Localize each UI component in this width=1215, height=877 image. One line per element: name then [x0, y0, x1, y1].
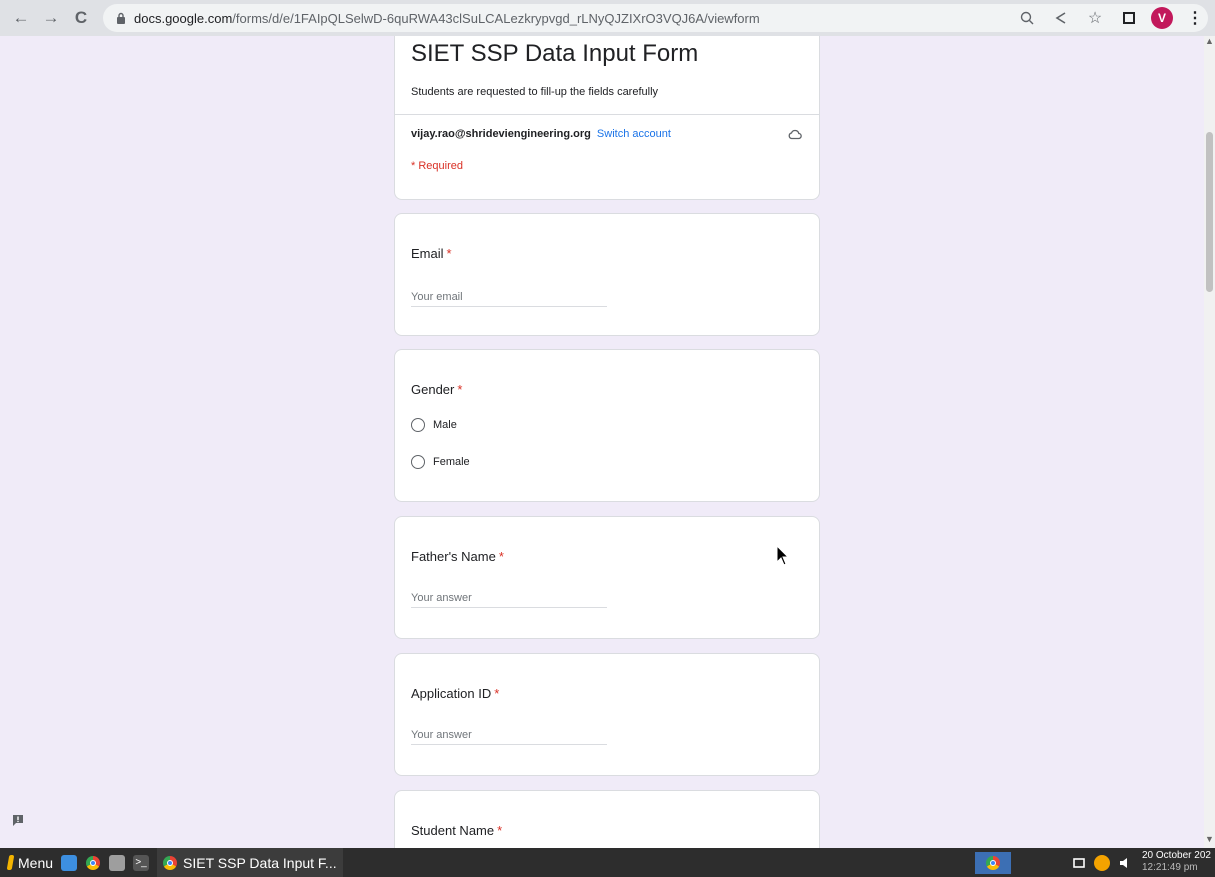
more-menu-icon[interactable]: ⋮: [1183, 6, 1207, 30]
form-title: SIET SSP Data Input Form: [411, 40, 699, 67]
scroll-thumb[interactable]: [1206, 132, 1213, 292]
back-icon[interactable]: ←: [8, 5, 34, 31]
question-father-name-card: Father's Name *: [394, 516, 820, 639]
chrome-launcher-icon[interactable]: [85, 855, 101, 871]
toolbar-actions: ☆ V ⋮: [1015, 4, 1207, 32]
reload-icon[interactable]: C: [68, 5, 94, 31]
browser-toolbar: ← → C docs.google.com/forms/d/e/1FAIpQLS…: [0, 0, 1215, 36]
radio-label: Female: [433, 456, 470, 468]
radio-button[interactable]: [411, 455, 425, 469]
clock-time: 12:21:49 pm: [1142, 862, 1198, 873]
gender-option-male[interactable]: Male: [411, 418, 457, 432]
switch-account-link[interactable]: Switch account: [597, 128, 671, 140]
tray-chrome-icon[interactable]: [975, 852, 1011, 874]
volume-icon[interactable]: [1118, 856, 1132, 870]
required-note: * Required: [411, 160, 463, 172]
os-taskbar: Menu >_ SIET SSP Data Input F... 20 Octo…: [0, 848, 1215, 877]
cloud-save-icon: [787, 126, 803, 142]
profile-avatar[interactable]: V: [1151, 7, 1173, 29]
zoom-icon[interactable]: [1015, 6, 1039, 30]
system-clock[interactable]: 20 October 202 12:21:49 pm: [1142, 850, 1211, 874]
system-tray: [1072, 848, 1132, 877]
url-host: docs.google.com: [134, 10, 233, 26]
application-id-input[interactable]: [411, 726, 607, 745]
menu-logo-icon: [6, 855, 15, 870]
account-email: vijay.rao@shrideviengineering.org: [411, 128, 591, 140]
workspace-icon[interactable]: [1072, 856, 1086, 870]
required-star: *: [497, 823, 503, 838]
question-email-card: Email *: [394, 213, 820, 336]
account-row: vijay.rao@shrideviengineering.org Switch…: [411, 128, 671, 140]
url-text: docs.google.com/forms/d/e/1FAIpQLSelwD-6…: [134, 11, 760, 26]
terminal-icon[interactable]: >_: [133, 854, 150, 871]
update-manager-icon[interactable]: [1094, 854, 1110, 871]
window-icon[interactable]: [1117, 6, 1141, 30]
question-student-name-label: Student Name: [411, 823, 495, 838]
required-star: *: [498, 549, 504, 564]
feedback-icon[interactable]: [11, 813, 25, 827]
required-star: *: [494, 686, 500, 701]
father-name-input[interactable]: [411, 589, 607, 608]
lock-icon: [114, 11, 128, 25]
scroll-down-arrow-icon[interactable]: ▼: [1205, 834, 1214, 848]
question-application-id-card: Application ID *: [394, 653, 820, 776]
share-icon[interactable]: [1049, 6, 1073, 30]
scroll-up-arrow-icon[interactable]: ▲: [1205, 36, 1214, 50]
file-manager-icon[interactable]: [109, 854, 126, 871]
question-application-id-label: Application ID: [411, 686, 492, 701]
taskbar-window-title: SIET SSP Data Input F...: [183, 854, 337, 871]
page-viewport: SIET SSP Data Input Form Students are re…: [0, 36, 1215, 848]
menu-label: Menu: [18, 854, 54, 871]
question-gender-label: Gender: [411, 382, 455, 397]
question-student-name-title: Student Name *: [411, 823, 502, 838]
form-description: Students are requested to fill-up the fi…: [411, 86, 659, 98]
bookmark-star-icon[interactable]: ☆: [1083, 6, 1107, 30]
show-desktop-icon[interactable]: [61, 854, 78, 871]
question-application-id-title: Application ID *: [411, 686, 499, 701]
radio-button[interactable]: [411, 418, 425, 432]
question-student-name-card: Student Name *: [394, 790, 820, 848]
start-menu-button[interactable]: Menu: [6, 854, 54, 871]
taskbar-window-chrome[interactable]: SIET SSP Data Input F...: [157, 848, 343, 877]
question-email-title: Email *: [411, 246, 452, 261]
mouse-cursor-icon: [776, 545, 790, 566]
required-star: *: [446, 246, 452, 261]
radio-label: Male: [433, 419, 457, 431]
gender-option-female[interactable]: Female: [411, 455, 470, 469]
question-father-name-label: Father's Name: [411, 549, 496, 564]
question-gender-card: Gender * Male Female: [394, 349, 820, 502]
header-divider: [395, 114, 819, 115]
question-email-label: Email: [411, 246, 444, 261]
forward-icon[interactable]: →: [38, 5, 64, 31]
url-path: /forms/d/e/1FAIpQLSelwD-6quRWA43clSuLCAL…: [232, 10, 760, 26]
form-header-card: SIET SSP Data Input Form Students are re…: [394, 36, 820, 200]
email-input[interactable]: [411, 288, 607, 307]
page-scrollbar[interactable]: ▲ ▼: [1204, 36, 1215, 848]
chrome-icon: [163, 855, 178, 870]
clock-date: 20 October 202: [1142, 850, 1211, 861]
required-star: *: [457, 382, 463, 397]
question-father-name-title: Father's Name *: [411, 549, 504, 564]
question-gender-title: Gender *: [411, 382, 462, 397]
